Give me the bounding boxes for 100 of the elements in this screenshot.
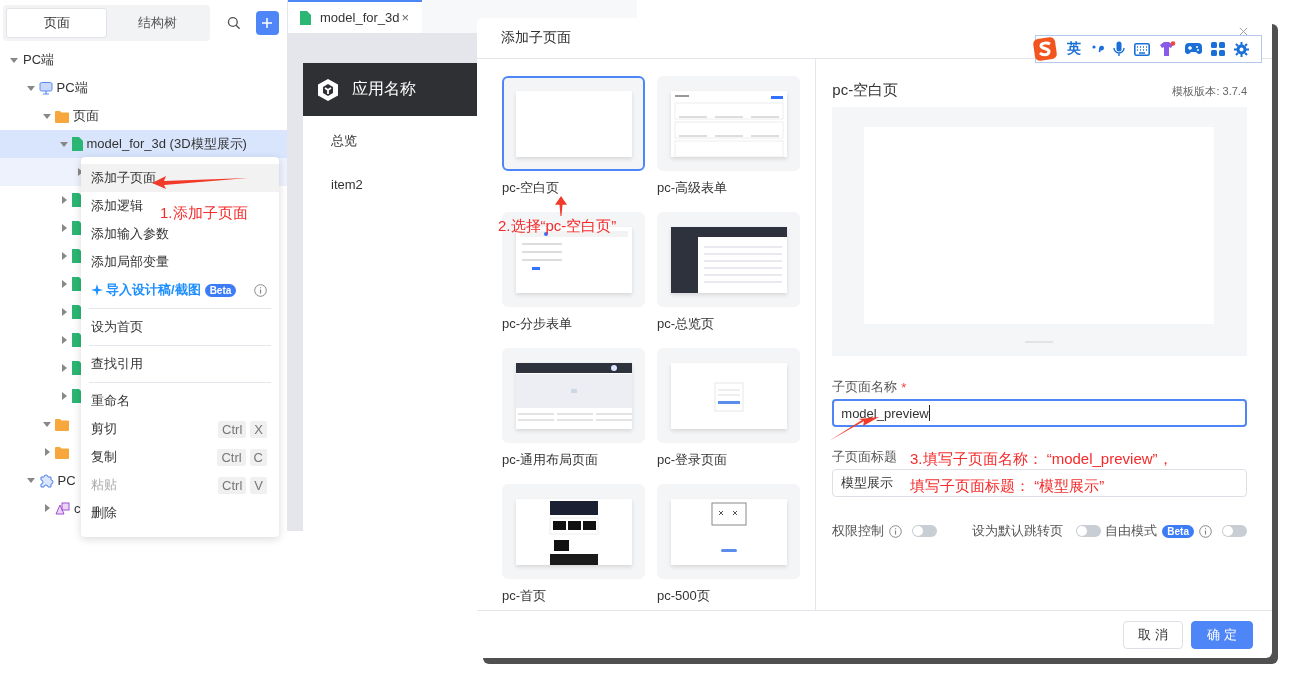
menu-item[interactable]: 添加输入参数 — [81, 220, 181, 248]
toggle-label: 设为默认跳转页 — [972, 522, 1064, 540]
annotation-text: 填写子页面标题： “模型展示” — [910, 476, 1106, 496]
tree-row[interactable]: model_for_3d (3D模型展示) — [0, 130, 287, 158]
gamepad-icon[interactable] — [1185, 42, 1202, 56]
menu-item[interactable]: 设为首页 — [81, 313, 155, 341]
beta-badge: Beta — [1162, 524, 1194, 538]
plus-icon — [261, 17, 274, 29]
keyboard-icon[interactable] — [1134, 42, 1150, 56]
toggle-switch[interactable] — [1076, 525, 1102, 537]
editor-tab[interactable]: model_for_3d× — [288, 0, 422, 33]
annotation-arrow — [555, 196, 567, 216]
s-logo-icon[interactable] — [1032, 36, 1058, 62]
tree-row[interactable]: PC — [0, 466, 78, 494]
toggle-label: 权限控制 — [832, 522, 885, 540]
menu-item[interactable]: 删除 — [81, 499, 129, 527]
file-icon — [300, 10, 311, 25]
tab-label: model_for_3d — [320, 10, 400, 25]
app-name: 应用名称 — [352, 79, 416, 99]
file-icon — [71, 221, 83, 235]
file-icon — [71, 277, 83, 291]
template-card[interactable] — [502, 484, 645, 579]
caret-right-icon[interactable] — [42, 447, 52, 457]
info-icon[interactable] — [254, 283, 267, 297]
grid-icon[interactable] — [1211, 42, 1225, 56]
caret-down-icon[interactable] — [9, 55, 19, 65]
microphone-icon[interactable] — [1113, 41, 1125, 57]
tree-row[interactable]: c — [0, 494, 83, 522]
shirt-icon[interactable] — [1159, 41, 1176, 57]
menu-item[interactable]: 添加子页面 — [81, 164, 279, 192]
file-icon — [71, 137, 83, 151]
template-card[interactable] — [657, 212, 800, 307]
preview-title: pc-空白页 — [832, 81, 899, 100]
toggle-label: 自由模式 — [1105, 522, 1158, 540]
caret-right-icon[interactable] — [42, 503, 52, 513]
template-name: pc-分步表单 — [502, 315, 573, 333]
template-name: pc-首页 — [502, 587, 547, 605]
caret-down-icon[interactable] — [25, 83, 36, 93]
annotation-text: 1.添加子页面 — [160, 203, 248, 223]
shortcut-key: Ctrl — [218, 476, 247, 494]
annotation-text: 3.填写子页面名称： “model_preview”， — [910, 449, 1173, 469]
sidebar-tab[interactable]: 结构树 — [107, 8, 207, 38]
folder-icon — [55, 109, 69, 123]
folder-icon — [55, 417, 69, 431]
info-icon[interactable] — [889, 524, 903, 538]
menu-item[interactable]: 添加局部变量 — [81, 248, 181, 276]
template-name: pc-总览页 — [657, 315, 715, 333]
sparkle-icon — [91, 284, 103, 296]
file-icon — [71, 193, 83, 207]
required-mark: * — [901, 379, 907, 395]
shortcut-key: C — [249, 448, 267, 466]
file-icon — [71, 389, 83, 403]
menu-item[interactable]: 重命名 — [81, 387, 142, 415]
caret-down-icon[interactable] — [42, 111, 52, 121]
template-name: pc-500页 — [657, 587, 710, 605]
input-mode-label[interactable]: 英 — [1067, 40, 1081, 58]
puzzle-icon — [38, 472, 54, 488]
shortcut-key: Ctrl — [218, 420, 247, 438]
hexagon-logo-icon — [316, 77, 340, 102]
template-name: pc-高级表单 — [657, 179, 728, 197]
gear-icon[interactable] — [1234, 41, 1249, 57]
add-button[interactable] — [255, 11, 279, 35]
shortcut-key: V — [250, 476, 267, 494]
beta-badge: Beta — [204, 283, 237, 297]
info-icon[interactable] — [1199, 524, 1212, 538]
file-icon — [71, 249, 83, 263]
shapes-icon — [55, 501, 70, 515]
close-tab-icon[interactable]: × — [401, 10, 410, 25]
cancel-button[interactable]: 取 消 — [1123, 620, 1183, 649]
text-input[interactable]: model_preview — [832, 399, 1247, 427]
file-icon — [71, 305, 83, 319]
file-icon — [71, 333, 83, 347]
search-icon[interactable] — [226, 16, 241, 30]
caret-down-icon[interactable] — [25, 475, 36, 485]
sidebar-tab[interactable]: 页面 — [6, 8, 108, 38]
toggle-switch[interactable] — [912, 525, 938, 537]
template-version: 模板版本: 3.7.4 — [1172, 84, 1247, 99]
tree-row[interactable]: 页面 — [0, 102, 101, 130]
dialog-title: 添加子页面 — [501, 29, 571, 47]
annotation-text: 2.选择“pc-空白页” — [498, 216, 617, 236]
template-name: pc-通用布局页面 — [502, 451, 599, 469]
menu-item[interactable]: 查找引用 — [81, 350, 155, 378]
caret-down-icon[interactable] — [58, 139, 69, 149]
caret-down-icon[interactable] — [42, 419, 52, 429]
menu-item[interactable]: 添加逻辑 — [81, 192, 155, 220]
file-icon — [71, 361, 83, 375]
menu-item[interactable]: 复制 Ctrl C — [81, 443, 279, 471]
shortcut-key: Ctrl — [217, 448, 246, 466]
tree-row[interactable]: PC端 — [0, 46, 57, 74]
folder-icon — [55, 445, 69, 459]
menu-item[interactable]: 剪切 Ctrl X — [81, 415, 279, 443]
template-name: pc-登录页面 — [657, 451, 728, 469]
template-card[interactable] — [502, 348, 645, 443]
close-icon[interactable] — [1239, 26, 1248, 36]
field-label: 子页面标题 — [832, 448, 898, 466]
template-name: pc-空白页 — [502, 179, 560, 197]
monitor-icon — [38, 81, 53, 95]
shortcut-key: X — [250, 420, 267, 438]
toggle-switch[interactable] — [1222, 525, 1247, 537]
tree-row[interactable]: PC端 — [0, 74, 90, 102]
